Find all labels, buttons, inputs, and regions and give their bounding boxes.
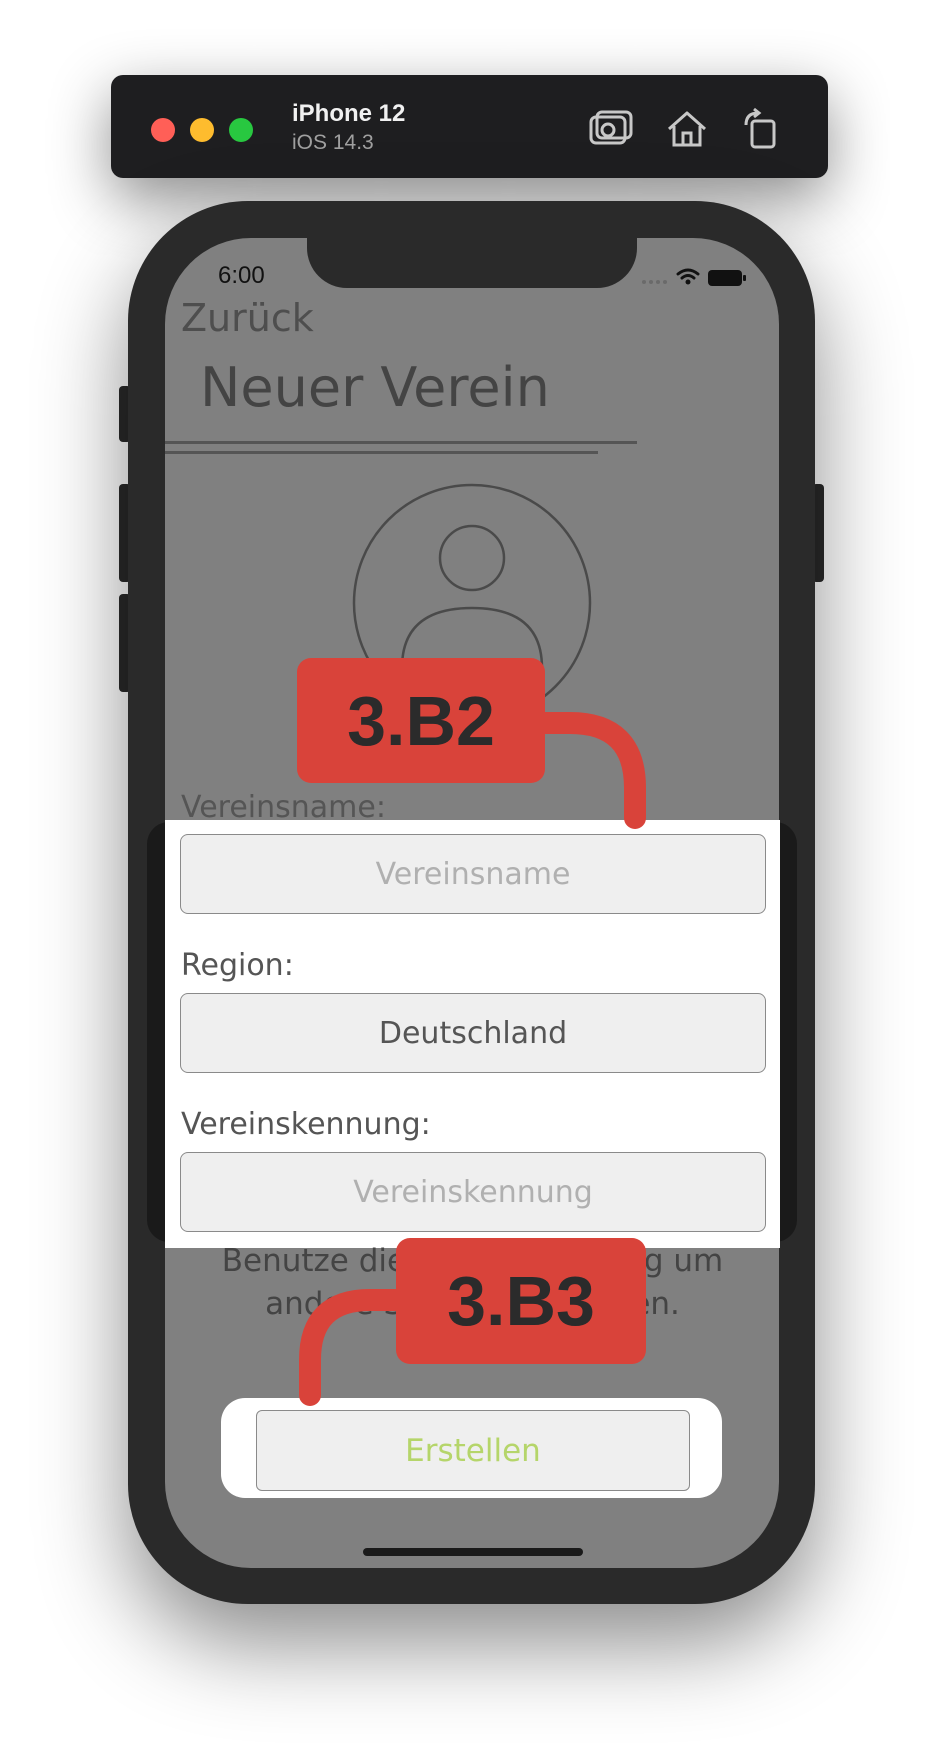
notch	[307, 236, 637, 288]
screenshot-icon[interactable]	[585, 105, 633, 153]
minimize-window-button[interactable]	[190, 118, 214, 142]
close-window-button[interactable]	[151, 118, 175, 142]
zoom-window-button[interactable]	[229, 118, 253, 142]
wifi-icon	[676, 268, 700, 280]
annotation-callout-b3: 3.B3	[396, 1238, 646, 1364]
status-time: 6:00	[218, 262, 265, 289]
club-name-input[interactable]: Vereinsname	[180, 834, 766, 914]
title-underline	[165, 441, 637, 444]
battery-icon	[708, 270, 746, 286]
rotate-icon[interactable]	[736, 105, 784, 153]
os-version: iOS 14.3	[292, 131, 374, 154]
create-button[interactable]: Erstellen	[256, 1410, 690, 1491]
signal-icon	[642, 280, 667, 284]
region-select[interactable]: Deutschland	[180, 993, 766, 1073]
region-label: Region:	[181, 948, 294, 983]
status-icons	[640, 262, 750, 292]
device-name: iPhone 12	[292, 100, 406, 127]
home-indicator[interactable]	[363, 1548, 583, 1556]
home-icon[interactable]	[663, 105, 711, 153]
page-title: Neuer Verein	[200, 356, 550, 419]
simulator-title-bar: iPhone 12 iOS 14.3	[111, 75, 828, 178]
annotation-callout-b2: 3.B2	[297, 658, 545, 783]
back-button[interactable]: Zurück	[181, 296, 314, 340]
club-id-label: Vereinskennung:	[181, 1107, 431, 1142]
club-id-input[interactable]: Vereinskennung	[180, 1152, 766, 1232]
title-underline-secondary	[165, 451, 598, 454]
